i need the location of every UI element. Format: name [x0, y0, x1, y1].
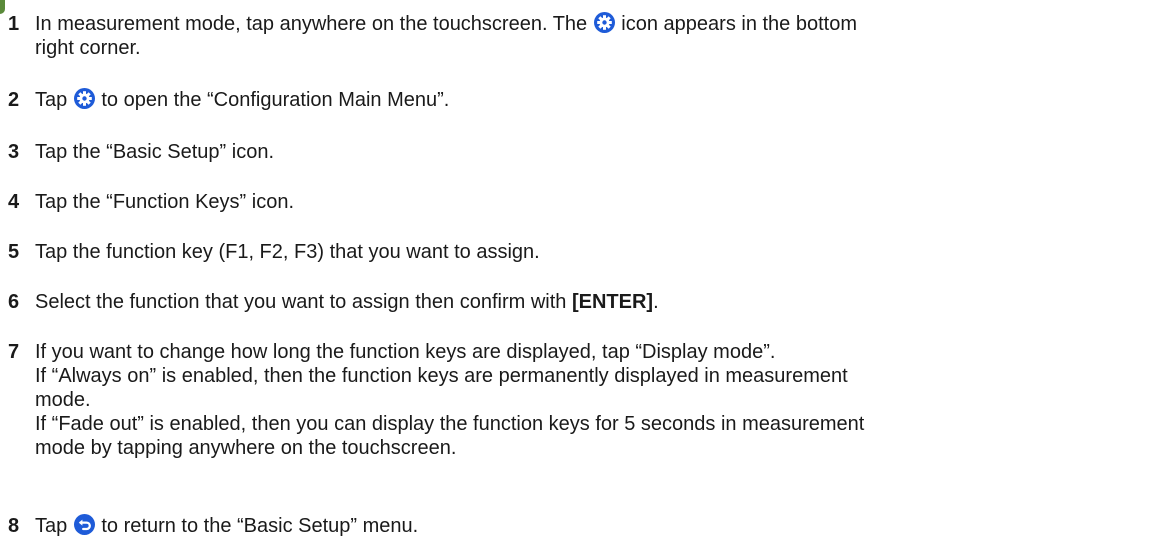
step-text: If you want to change how long the funct… — [35, 340, 1175, 460]
step-line: Tap the “Basic Setup” icon. — [35, 141, 275, 163]
step-line: mode by tapping anywhere on the touchscr… — [35, 437, 457, 459]
step-text: In measurement mode, tap anywhere on the… — [35, 12, 1175, 60]
step-text: Tap the “Basic Setup” icon. — [35, 140, 1175, 164]
step-text: Tap to open the “Configuration Main Menu… — [35, 88, 1175, 112]
step-line: mode. — [35, 389, 91, 411]
step-line: right corner. — [35, 37, 141, 59]
step-line: Tap the “Function Keys” icon. — [35, 191, 295, 213]
text-run: to return to the “Basic Setup” menu. — [95, 515, 419, 537]
gear-icon — [593, 12, 615, 33]
step-line: Tap the function key (F1, F2, F3) that y… — [35, 241, 540, 263]
step-line: If you want to change how long the funct… — [35, 341, 776, 363]
text-run: . — [653, 291, 659, 313]
step-number: 6 — [8, 291, 20, 313]
text-run: Select the function that you want to ass… — [35, 291, 572, 313]
back-icon — [73, 514, 95, 535]
step-text: Select the function that you want to ass… — [35, 290, 1175, 314]
text-run: In measurement mode, tap anywhere on the… — [35, 13, 593, 35]
gear-icon — [73, 88, 95, 109]
step-line: Tap to open the “Configuration Main Menu… — [35, 88, 1175, 112]
step-number: 3 — [8, 141, 20, 163]
enter-key-label: [ENTER] — [571, 291, 654, 313]
step-text: Tap the function key (F1, F2, F3) that y… — [35, 240, 1175, 264]
step-text: Tap the “Function Keys” icon. — [35, 190, 1175, 214]
step-line: In measurement mode, tap anywhere on the… — [35, 12, 1175, 36]
step-number: 5 — [8, 241, 20, 263]
step-number: 8 — [8, 515, 20, 537]
text-run: to open the “Configuration Main Menu”. — [95, 89, 450, 111]
step-line: If “Fade out” is enabled, then you can d… — [35, 413, 865, 435]
step-number: 2 — [8, 89, 20, 111]
text-run: Tap — [35, 515, 73, 537]
text-run: icon appears in the bottom — [615, 13, 857, 35]
text-run: Tap — [35, 89, 73, 111]
corner-decoration — [0, 0, 5, 14]
step-line: Tap to return to the “Basic Setup” menu. — [35, 514, 1175, 538]
step-line: If “Always on” is enabled, then the func… — [35, 365, 848, 387]
step-line: Select the function that you want to ass… — [35, 290, 1175, 314]
step-text: Tap to return to the “Basic Setup” menu. — [35, 514, 1175, 538]
step-number: 1 — [8, 13, 20, 35]
step-number: 7 — [8, 341, 20, 363]
step-number: 4 — [8, 191, 20, 213]
